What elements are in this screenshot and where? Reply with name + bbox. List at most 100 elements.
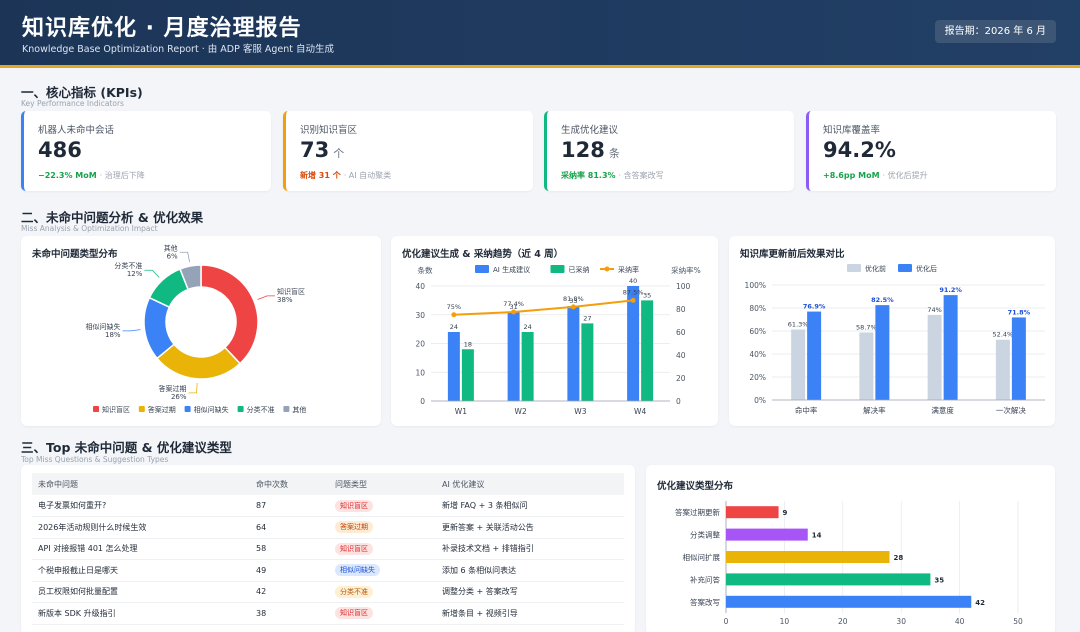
x-tick-label: W3 xyxy=(574,407,586,416)
table-row: 员工权限如何批量配置 42 分类不准 调整分类 + 答案改写 xyxy=(32,581,624,603)
bar-value-label: 18 xyxy=(464,340,472,348)
kpi-footnote: 采纳率 81.3% · 含答案改写 xyxy=(561,171,664,180)
x-tick-label: 一次解决 xyxy=(996,405,1026,415)
kpi-card-coverage: 知识库覆盖率 94.2% +8.6pp MoM · 优化后提升 xyxy=(806,111,1056,191)
table-row: API 对接报错 401 怎么处理 58 知识盲区 补录技术文档 + 排错指引 xyxy=(32,538,624,560)
y-tick-label: 80% xyxy=(749,304,766,313)
line-value-label: 81.8% xyxy=(563,295,584,303)
bar xyxy=(791,329,806,400)
bar xyxy=(627,286,640,401)
cell-hits: 49 xyxy=(250,559,329,582)
kpi-value: 94.2% xyxy=(823,138,896,162)
slice-leader-line xyxy=(144,269,160,278)
bar xyxy=(995,339,1010,400)
cell-hits: 38 xyxy=(250,602,329,625)
x-tick-label: W1 xyxy=(455,407,467,416)
y-tick-label: 10 xyxy=(415,368,425,377)
x-tick-label: 50 xyxy=(1013,617,1023,626)
bar-value-label: 71.8% xyxy=(1008,308,1031,316)
panel-suggestion-types: 优化建议类型分布 0 10 20 30 40 50 答案过期更新 9 分类调整 14 相似问扩展 28… xyxy=(646,465,1055,632)
bar xyxy=(507,311,520,401)
table-row: 电子发票如何重开? 87 知识盲区 新增 FAQ + 3 条相似问 xyxy=(32,495,624,517)
cell-suggestion: 添加 6 条相似问表达 xyxy=(436,559,624,582)
y-tick-label: 答案过期更新 xyxy=(675,507,720,517)
bar-value-label: 58.7% xyxy=(856,323,877,331)
y-tick-label: 40 xyxy=(415,282,425,291)
slice-label: 答案过期 xyxy=(159,384,187,393)
cell-type: 答案过期 xyxy=(329,516,436,539)
type-tag: 答案过期 xyxy=(335,521,373,534)
slice-leader-line xyxy=(122,329,141,332)
col-header-question: 未命中问题 xyxy=(32,473,250,495)
cell-type: 知识盲区 xyxy=(329,538,436,560)
slice-label: 38% xyxy=(277,296,293,304)
bar-value-label: 52.4% xyxy=(993,331,1014,339)
cell-type: 分类不准 xyxy=(329,581,436,603)
kpi-card-suggestions: 生成优化建议 128 条 采纳率 81.3% · 含答案改写 xyxy=(544,111,794,191)
y2-tick-label: 0 xyxy=(676,397,681,406)
x-tick-label: W4 xyxy=(634,407,646,416)
kpi-value: 73 个 xyxy=(300,138,345,162)
y-tick-label: 分类调整 xyxy=(690,530,720,540)
kpi-card-miss-sessions: 机器人未命中会话 486 −22.3% MoM · 治理后下降 xyxy=(21,111,271,191)
bar-value-label: 82.5% xyxy=(871,296,894,304)
cell-question: 电子发票如何重开? xyxy=(32,495,250,517)
y-tick-label: 0 xyxy=(420,397,425,406)
legend-swatch xyxy=(550,265,565,273)
panel-before-after: 知识库更新前后效果对比 0% 20% 40% 60% 80% 100% 命中率 61.3% 76… xyxy=(729,236,1055,426)
line-point xyxy=(570,304,576,310)
table-header-row: 未命中问题 命中次数 问题类型 AI 优化建议 xyxy=(32,473,624,495)
bar xyxy=(859,332,874,400)
y2-tick-label: 40 xyxy=(676,351,686,360)
legend-swatch xyxy=(184,406,191,412)
kpi-footnote: +8.6pp MoM · 优化后提升 xyxy=(823,171,928,180)
bar-value-label: 42 xyxy=(975,599,985,607)
slice-label: 知识盲区 xyxy=(277,287,305,296)
y-tick-label: 60% xyxy=(749,327,766,336)
type-tag: 知识盲区 xyxy=(335,607,373,620)
bar-value-label: 35 xyxy=(643,291,651,299)
y2-tick-label: 80 xyxy=(676,305,686,314)
bar-value-label: 61.3% xyxy=(788,321,809,329)
section-top-miss-title: 三、Top 未命中问题 & 优化建议类型 xyxy=(21,440,232,455)
cell-question: 2026年活动规则什么时候生效 xyxy=(32,516,250,539)
bar xyxy=(521,332,534,401)
kpi-delta: +8.6pp MoM xyxy=(823,171,880,180)
y2-axis-title: 采纳率% xyxy=(671,265,701,275)
slice-label: 6% xyxy=(167,252,178,260)
y-tick-label: 补充问答 xyxy=(690,574,720,584)
report-header: 知识库优化 · 月度治理报告 Knowledge Base Optimizati… xyxy=(0,0,1080,68)
slice-leader-line xyxy=(257,295,276,300)
kpi-label: 生成优化建议 xyxy=(561,125,619,136)
cell-type: 相似问缺失 xyxy=(329,559,436,582)
report-period-badge: 报告期：2026 年 6 月 xyxy=(934,20,1056,43)
kpi-delta: −22.3% MoM xyxy=(38,171,97,180)
donut-slice xyxy=(156,343,242,380)
cell-hits: 58 xyxy=(250,538,329,560)
line-point xyxy=(451,312,457,318)
bar xyxy=(726,573,931,586)
y-tick-label: 40% xyxy=(749,350,766,359)
bar xyxy=(726,506,779,519)
section-top-miss-subtitle: Top Miss Questions & Suggestion Types xyxy=(21,455,169,464)
legend-swatch xyxy=(283,406,290,412)
x-tick-label: 0 xyxy=(724,617,729,626)
bar-value-label: 24 xyxy=(523,323,531,331)
slice-leader-line xyxy=(179,251,190,263)
donut-slice xyxy=(200,264,259,365)
slice-leader-line xyxy=(188,382,198,394)
cell-suggestion: 更新答案 + 关联活动公告 xyxy=(436,516,624,539)
compare-chart: 0% 20% 40% 60% 80% 100% 命中率 61.3% 76.9% 解决率 58.7% 8… xyxy=(745,264,1045,415)
kpi-footnote: 新增 31 个 · AI 自动聚类 xyxy=(300,171,392,180)
cell-question: API 对接报错 401 怎么处理 xyxy=(32,538,250,560)
type-tag: 知识盲区 xyxy=(335,499,373,512)
suggestion-type-bar-chart: 0 10 20 30 40 50 答案过期更新 9 分类调整 14 相似问扩展 28 补充问答 35 答案改… xyxy=(675,501,1023,626)
cell-question: 员工权限如何批量配置 xyxy=(32,581,250,603)
legend-label: AI 生成建议 xyxy=(493,265,530,274)
report-subtitle: Knowledge Base Optimization Report · 由 A… xyxy=(22,44,334,55)
section-kpi-subtitle: Key Performance Indicators xyxy=(21,99,124,108)
kpi-value: 486 xyxy=(38,138,82,162)
slice-label: 相似问缺失 xyxy=(86,322,121,331)
y-tick-label: 20 xyxy=(415,340,425,349)
cell-hits: 64 xyxy=(250,516,329,539)
